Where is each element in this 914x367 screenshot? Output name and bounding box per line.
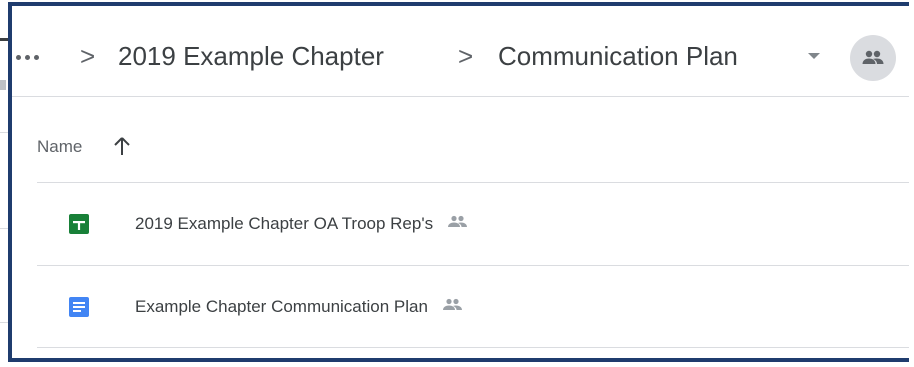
drive-window: > 2019 Example Chapter > Communication P…	[0, 0, 914, 367]
background-sidebar-edge	[0, 0, 8, 367]
column-header: Name	[12, 97, 909, 182]
shared-folder-button[interactable]	[850, 35, 896, 81]
file-name: 2019 Example Chapter OA Troop Rep's	[135, 214, 434, 233]
google-docs-icon	[69, 297, 89, 317]
breadcrumb-separator: >	[80, 41, 96, 71]
highlight-frame: > 2019 Example Chapter > Communication P…	[8, 2, 909, 362]
column-name-sort-button[interactable]: Name	[37, 137, 82, 157]
breadcrumb-item-2019-example-chapter[interactable]: 2019 Example Chapter	[118, 36, 384, 76]
breadcrumb-separator: >	[458, 41, 474, 71]
people-icon	[862, 50, 884, 64]
row-divider	[37, 347, 909, 348]
file-row-sheets[interactable]: 2019 Example Chapter OA Troop Rep's	[37, 183, 909, 265]
file-name: Example Chapter Communication Plan	[135, 297, 428, 316]
google-sheets-icon	[69, 214, 89, 234]
sort-ascending-arrow-icon[interactable]	[112, 135, 132, 157]
shared-people-icon	[443, 298, 462, 310]
breadcrumb: > 2019 Example Chapter > Communication P…	[12, 6, 909, 97]
file-row-docs[interactable]: Example Chapter Communication Plan	[37, 266, 909, 348]
shared-people-icon	[448, 215, 467, 227]
folder-menu-dropdown-icon[interactable]	[808, 53, 820, 59]
breadcrumb-item-communication-plan[interactable]: Communication Plan	[498, 36, 738, 76]
